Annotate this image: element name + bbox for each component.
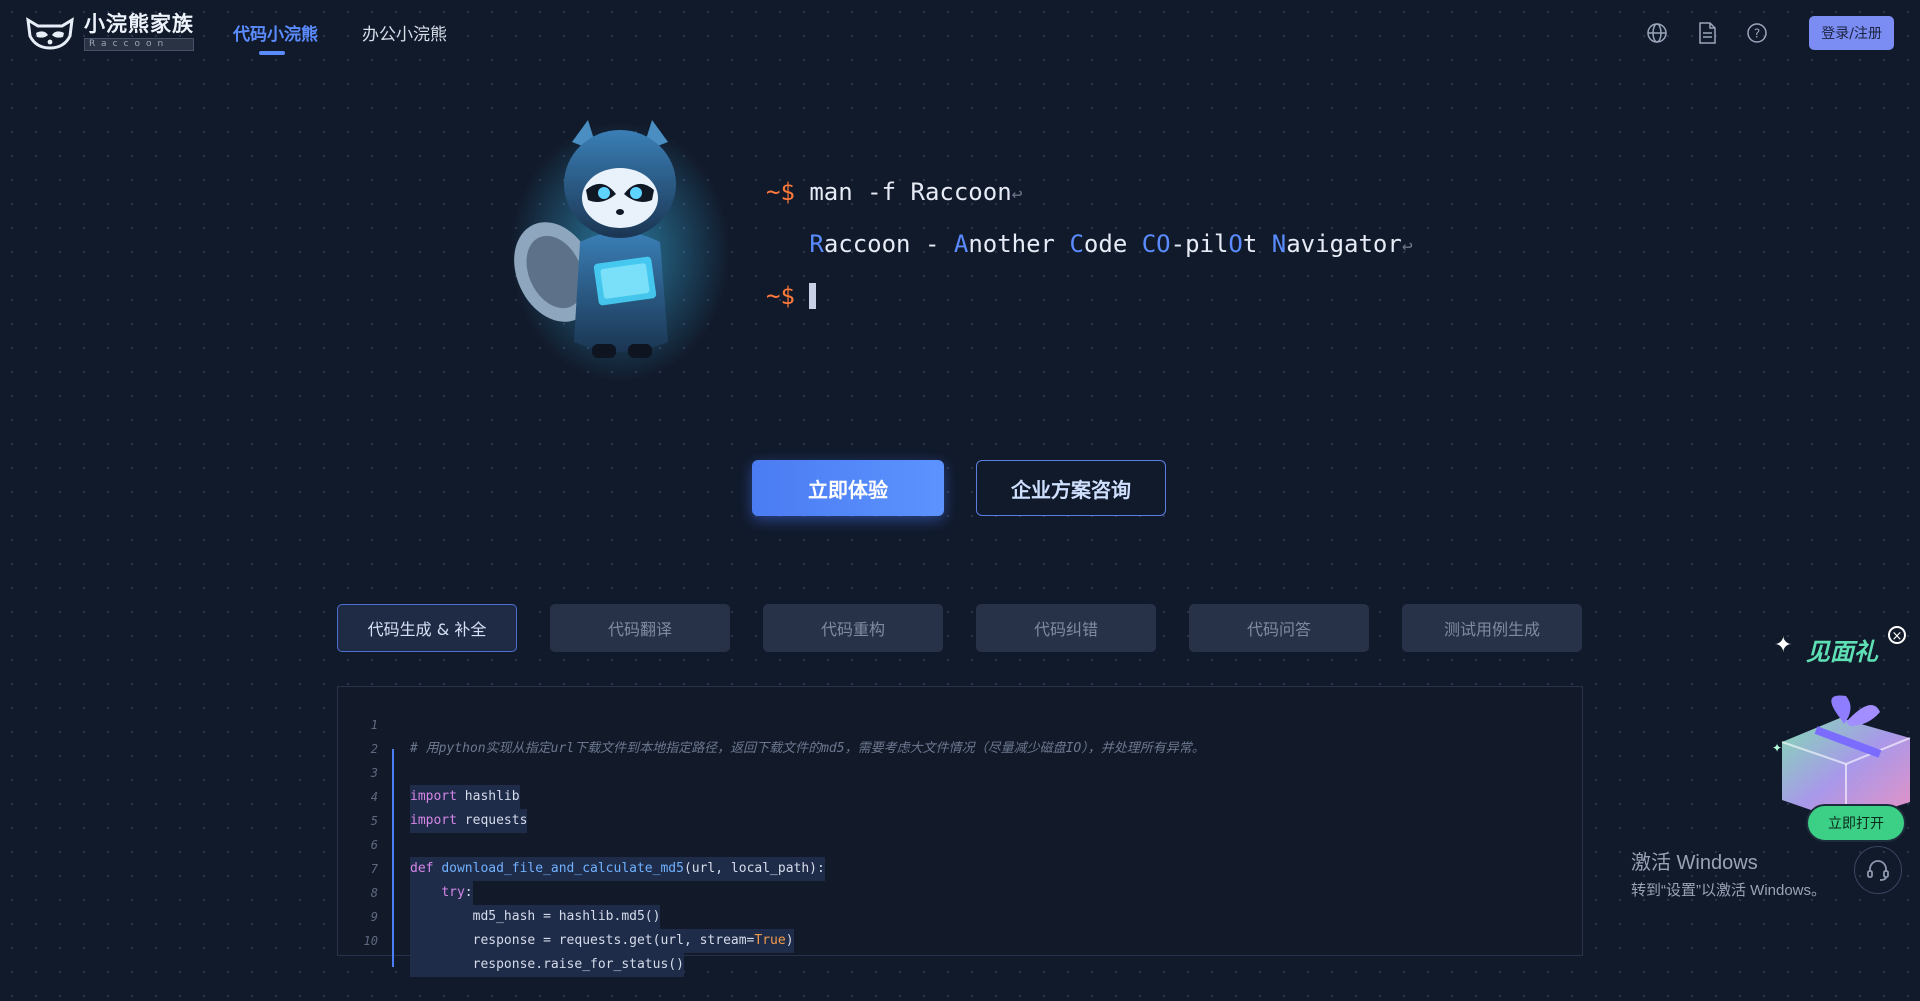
desc-part: avigator xyxy=(1286,230,1402,258)
return-icon: ↩ xyxy=(1401,236,1413,257)
brand-name: 小浣熊家族 xyxy=(84,12,194,36)
raccoon-logo-icon xyxy=(26,16,74,50)
code-line: 7 try: xyxy=(338,833,473,905)
code-line: 4 import requests xyxy=(338,761,528,833)
tab-code-translation[interactable]: 代码翻译 xyxy=(550,604,730,652)
document-icon[interactable] xyxy=(1695,21,1719,45)
try-now-button[interactable]: 立即体验 xyxy=(752,460,944,516)
windows-activation-watermark: 激活 Windows 转到“设置”以激活 Windows。 xyxy=(1631,846,1826,900)
code-keyword: try xyxy=(441,885,465,900)
customer-support-button[interactable] xyxy=(1854,846,1902,894)
code-function-name: download_file_and_calculate_md5 xyxy=(441,861,684,876)
code-keyword: import xyxy=(410,789,457,804)
code-line: 10 response.raise_for_status() xyxy=(338,905,684,977)
terminal-intro: ~$ man -f Raccoon↩ Raccoon - Another Cod… xyxy=(766,178,1413,334)
header-tools: ? 登录/注册 xyxy=(1645,16,1894,50)
svg-text:?: ? xyxy=(1754,27,1760,41)
selection-gutter-bar xyxy=(392,749,394,967)
code-keyword: def xyxy=(410,861,434,876)
svg-text:✦: ✦ xyxy=(1772,741,1782,755)
help-icon[interactable]: ? xyxy=(1745,21,1769,45)
raccoon-mascot-image xyxy=(510,120,730,382)
code-module: hashlib xyxy=(456,789,520,804)
tab-code-fix[interactable]: 代码纠错 xyxy=(976,604,1156,652)
desc-part: ode xyxy=(1083,230,1142,258)
code-text: def download_file_and_calculate_md5(url,… xyxy=(410,857,825,881)
command-text: man -f Raccoon xyxy=(809,178,1012,206)
tab-code-qa[interactable]: 代码问答 xyxy=(1189,604,1369,652)
desc-part: accoon - xyxy=(823,230,954,258)
code-text: response = requests.get(url, stream=True… xyxy=(410,929,794,953)
code-line: 3 import hashlib xyxy=(338,737,520,809)
gift-box-icon: ✦ xyxy=(1772,695,1911,822)
terminal-line-command: ~$ man -f Raccoon↩ xyxy=(766,178,1413,230)
code-text: md5_hash = hashlib.md5() xyxy=(410,905,661,929)
code-line: 2 xyxy=(338,713,378,756)
code-line: 8 md5_hash = hashlib.md5() xyxy=(338,857,661,929)
watermark-subtitle: 转到“设置”以激活 Windows。 xyxy=(1631,882,1827,899)
code-module: requests xyxy=(456,813,528,828)
globe-icon[interactable] xyxy=(1645,21,1669,45)
code-text: import requests xyxy=(410,809,528,833)
prompt-symbol: ~$ xyxy=(766,282,795,310)
prompt-symbol: ~$ xyxy=(766,178,795,206)
code-line: 1 # 用python实现从指定url下载文件到本地指定路径，返回下载文件的md… xyxy=(338,689,1205,756)
desc-part: A xyxy=(953,230,969,258)
code-text: import hashlib xyxy=(410,785,520,809)
code-text: try: xyxy=(410,881,473,905)
brand-subtitle: Raccoon xyxy=(84,38,194,51)
code-keyword: import xyxy=(410,813,457,828)
tab-code-refactor[interactable]: 代码重构 xyxy=(763,604,943,652)
desc-part: O xyxy=(1228,230,1243,258)
code-statement: response = requests.get(url, stream= xyxy=(472,933,755,948)
headset-icon xyxy=(1867,860,1889,881)
terminal-line-description: Raccoon - Another Code CO-pilOt Navigato… xyxy=(766,230,1413,282)
sparkle-icon: ✦ xyxy=(1774,633,1793,658)
desc-part: nother xyxy=(968,230,1070,258)
code-statement: md5_hash = hashlib.md5() xyxy=(472,909,661,924)
desc-part: t xyxy=(1242,230,1272,258)
code-args: (url, local_path): xyxy=(683,861,825,876)
close-icon[interactable]: × xyxy=(1888,626,1906,644)
code-line: 9 response = requests.get(url, stream=Tr… xyxy=(338,881,794,953)
main-nav: 代码小浣熊 办公小浣熊 xyxy=(233,20,447,55)
terminal-line-prompt: ~$ xyxy=(766,282,1413,334)
nav-office-raccoon[interactable]: 办公小浣熊 xyxy=(362,20,447,45)
watermark-title: 激活 Windows xyxy=(1631,852,1758,874)
code-punct: ) xyxy=(785,933,794,948)
feature-tabs: 代码生成 & 补全 代码翻译 代码重构 代码纠错 代码问答 测试用例生成 xyxy=(337,604,1582,652)
login-register-button[interactable]: 登录/注册 xyxy=(1809,16,1894,50)
desc-part: -pil xyxy=(1170,230,1229,258)
open-gift-button[interactable]: 立即打开 xyxy=(1806,804,1906,842)
line-number: 10 xyxy=(363,934,378,948)
desc-part: C xyxy=(1069,230,1084,258)
logo[interactable]: 小浣熊家族 Raccoon xyxy=(24,14,194,51)
code-statement: response.raise_for_status() xyxy=(472,957,684,972)
code-comment: # 用python实现从指定url下载文件到本地指定路径，返回下载文件的md5，… xyxy=(410,741,1205,756)
code-editor: 1 # 用python实现从指定url下载文件到本地指定路径，返回下载文件的md… xyxy=(337,686,1583,977)
desc-part: N xyxy=(1271,230,1287,258)
text-cursor xyxy=(809,283,817,309)
desc-part: R xyxy=(809,230,824,258)
code-line: 6 def download_file_and_calculate_md5(ur… xyxy=(338,809,825,881)
nav-code-raccoon[interactable]: 代码小浣熊 xyxy=(233,20,318,55)
top-bar: 小浣熊家族 Raccoon 代码小浣熊 办公小浣熊 ? 登录/注册 xyxy=(0,0,1920,64)
promo-title: 见面礼 xyxy=(1806,638,1878,666)
desc-part: CO xyxy=(1141,230,1171,258)
code-punct: : xyxy=(464,885,473,900)
tab-test-generation[interactable]: 测试用例生成 xyxy=(1402,604,1582,652)
code-literal: True xyxy=(754,933,786,948)
enterprise-consult-button[interactable]: 企业方案咨询 xyxy=(976,460,1166,516)
return-icon: ↩ xyxy=(1011,184,1023,205)
code-line: 5 xyxy=(338,785,378,828)
code-text: response.raise_for_status() xyxy=(410,953,684,977)
tab-code-generation[interactable]: 代码生成 & 补全 xyxy=(337,604,517,652)
